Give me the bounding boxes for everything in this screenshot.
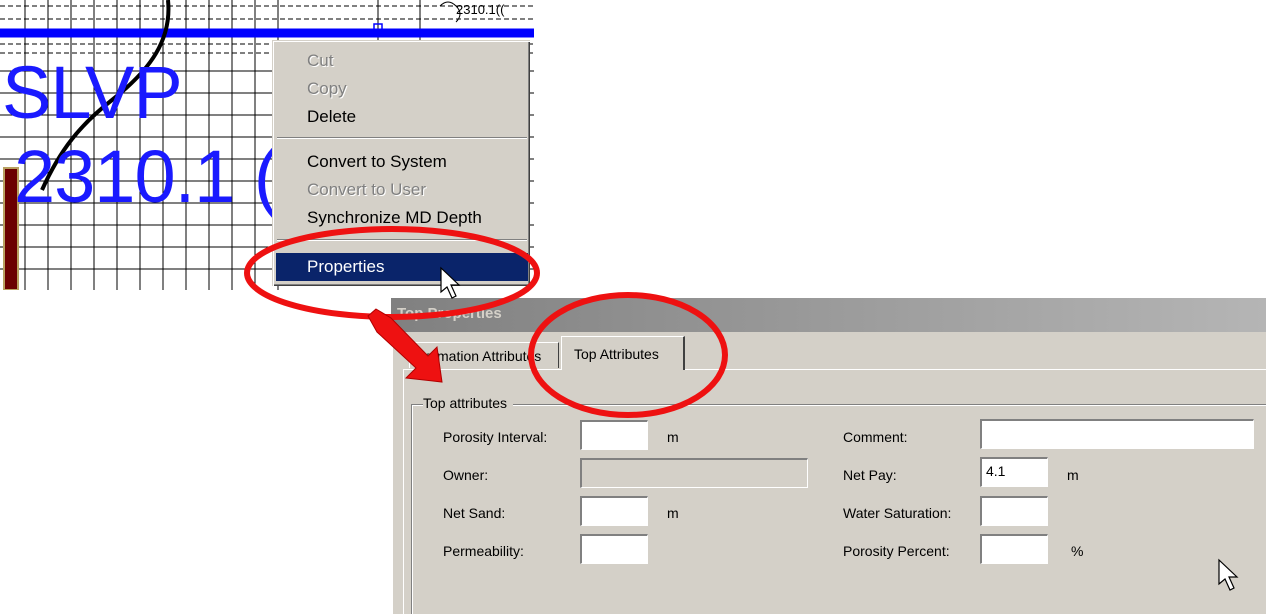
porosity-percent-label: Porosity Percent:	[843, 543, 950, 559]
porosity-interval-label: Porosity Interval:	[443, 429, 548, 445]
well-label: SLVP	[2, 51, 183, 134]
net-pay-input[interactable]: 4.1	[980, 457, 1048, 487]
water-saturation-input[interactable]	[980, 496, 1048, 526]
net-sand-label: Net Sand:	[443, 505, 506, 521]
porosity-percent-unit: %	[1071, 543, 1084, 559]
net-pay-unit: m	[1067, 467, 1079, 483]
menu-item-synchronize-md-depth[interactable]: Synchronize MD Depth	[276, 204, 528, 232]
menu-item-convert-to-user[interactable]: Convert to User	[276, 176, 528, 204]
context-menu: Cut Copy Delete Convert to System Conver…	[272, 40, 530, 286]
dialog-title: Top Properties	[397, 305, 502, 322]
owner-label: Owner:	[443, 467, 489, 483]
dialog-titlebar[interactable]: Top Properties	[391, 298, 1266, 332]
tab-top-attributes[interactable]: Top Attributes	[561, 336, 685, 370]
comment-input[interactable]	[980, 419, 1254, 449]
menu-item-cut[interactable]: Cut	[276, 47, 528, 75]
porosity-interval-unit: m	[667, 429, 679, 445]
top-properties-dialog: Top Properties Formation Attributes Top …	[391, 298, 1266, 614]
net-sand-input[interactable]	[580, 496, 648, 526]
comment-label: Comment:	[843, 429, 908, 445]
menu-item-copy[interactable]: Copy	[276, 75, 528, 103]
menu-item-delete[interactable]: Delete	[276, 103, 528, 131]
permeability-label: Permeability:	[443, 543, 524, 559]
menu-separator	[277, 239, 527, 241]
menu-separator	[277, 137, 527, 139]
menu-item-properties[interactable]: Properties	[276, 253, 528, 281]
group-title: Top attributes	[423, 394, 514, 412]
net-sand-unit: m	[667, 505, 679, 521]
owner-field[interactable]	[580, 458, 808, 488]
porosity-percent-input[interactable]	[980, 534, 1048, 564]
depth-label: 2310.1 (	[14, 135, 279, 218]
permeability-input[interactable]	[580, 534, 648, 564]
water-saturation-label: Water Saturation:	[843, 505, 952, 521]
menu-item-convert-to-system[interactable]: Convert to System	[276, 148, 528, 176]
net-pay-label: Net Pay:	[843, 467, 897, 483]
top-marker-text: 2310.1((	[456, 2, 505, 17]
porosity-interval-input[interactable]	[580, 420, 648, 450]
tab-formation-attributes[interactable]: Formation Attributes	[409, 342, 559, 368]
